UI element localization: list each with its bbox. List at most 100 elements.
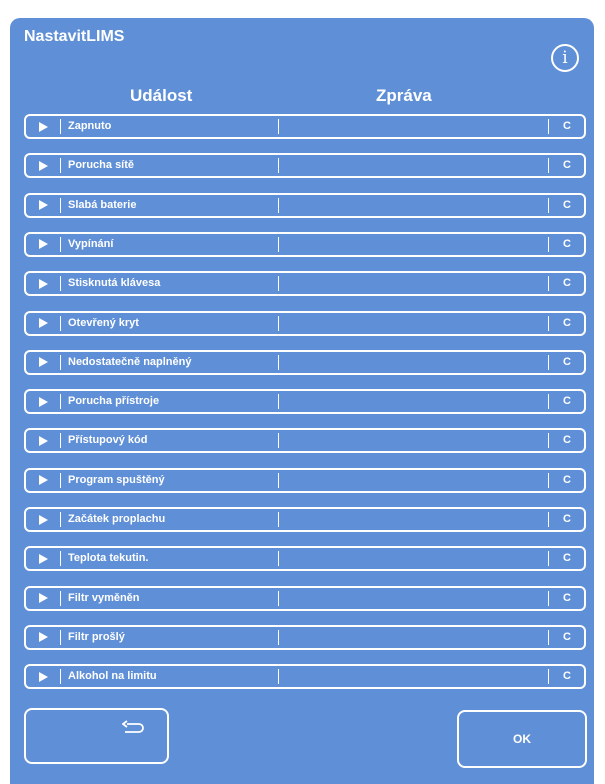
clear-button[interactable]: C xyxy=(550,470,584,491)
divider xyxy=(278,315,279,331)
divider xyxy=(548,276,549,292)
message-field[interactable] xyxy=(280,313,548,334)
event-row[interactable]: Stisknutá klávesa C xyxy=(24,271,586,297)
play-icon[interactable] xyxy=(26,627,60,648)
divider xyxy=(548,236,549,252)
event-row[interactable]: Alkohol na limitu C xyxy=(24,664,586,690)
clear-button[interactable]: C xyxy=(550,627,584,648)
clear-button[interactable]: C xyxy=(550,430,584,451)
clear-button[interactable]: C xyxy=(550,273,584,294)
event-label: Nedostatečně naplněný xyxy=(68,355,192,368)
divider xyxy=(278,197,279,213)
event-label: Filtr vyměněn xyxy=(68,591,140,604)
message-field[interactable] xyxy=(280,116,548,137)
back-button[interactable] xyxy=(24,708,169,764)
event-row[interactable]: Otevřený kryt C xyxy=(24,310,586,336)
event-label: Začátek proplachu xyxy=(68,513,166,525)
info-icon[interactable]: i xyxy=(551,44,579,72)
event-label: Stisknutá klávesa xyxy=(68,277,161,290)
divider xyxy=(548,590,549,606)
message-field[interactable] xyxy=(280,391,548,412)
message-field[interactable] xyxy=(280,234,548,255)
clear-button[interactable]: C xyxy=(550,509,584,530)
event-label: Porucha přístroje xyxy=(68,395,160,408)
divider xyxy=(548,158,549,174)
divider xyxy=(548,472,549,488)
play-icon[interactable] xyxy=(26,548,60,569)
divider xyxy=(278,276,279,292)
play-icon[interactable] xyxy=(26,116,60,137)
message-field[interactable] xyxy=(280,509,548,530)
message-field[interactable] xyxy=(280,352,548,373)
play-icon[interactable] xyxy=(26,666,60,687)
message-field[interactable] xyxy=(280,470,548,491)
event-row[interactable]: Nedostatečně naplněný C xyxy=(24,349,586,375)
play-icon[interactable] xyxy=(26,195,60,216)
divider xyxy=(548,433,549,449)
clear-button[interactable]: C xyxy=(550,234,584,255)
play-icon[interactable] xyxy=(26,509,60,530)
event-label: Program spuštěný xyxy=(68,473,165,486)
divider xyxy=(60,236,61,252)
divider xyxy=(278,433,279,449)
event-row[interactable]: Začátek proplachu C xyxy=(24,507,586,532)
message-field[interactable] xyxy=(280,548,548,569)
play-icon[interactable] xyxy=(26,588,60,609)
clear-button[interactable]: C xyxy=(550,391,584,412)
event-row[interactable]: Filtr vyměněn C xyxy=(24,585,586,611)
clear-button[interactable]: C xyxy=(550,548,584,569)
divider xyxy=(60,394,61,410)
message-field[interactable] xyxy=(280,588,548,609)
clear-button[interactable]: C xyxy=(550,588,584,609)
event-row[interactable]: Program spuštěný C xyxy=(24,467,586,493)
message-field[interactable] xyxy=(280,273,548,294)
play-icon[interactable] xyxy=(26,470,60,491)
clear-button[interactable]: C xyxy=(550,313,584,334)
ok-button-label: OK xyxy=(513,732,531,746)
divider xyxy=(60,512,61,527)
divider xyxy=(60,119,61,134)
message-field[interactable] xyxy=(280,430,548,451)
event-row[interactable]: Zapnuto C xyxy=(24,114,586,139)
play-icon[interactable] xyxy=(26,352,60,373)
play-icon[interactable] xyxy=(26,155,60,176)
clear-button[interactable]: C xyxy=(550,352,584,373)
message-field[interactable] xyxy=(280,666,548,687)
divider xyxy=(60,669,61,685)
divider xyxy=(278,158,279,174)
divider xyxy=(278,629,279,645)
event-row[interactable]: Teplota tekutin. C xyxy=(24,546,586,572)
divider xyxy=(548,551,549,567)
divider xyxy=(278,551,279,567)
divider xyxy=(278,394,279,410)
event-row[interactable]: Slabá baterie C xyxy=(24,192,586,218)
event-row[interactable]: Přístupový kód C xyxy=(24,428,586,454)
event-label: Přístupový kód xyxy=(68,434,148,447)
divider xyxy=(278,354,279,370)
message-field[interactable] xyxy=(280,155,548,176)
divider xyxy=(60,433,61,449)
play-icon[interactable] xyxy=(26,313,60,334)
divider xyxy=(60,315,61,331)
message-field[interactable] xyxy=(280,195,548,216)
divider xyxy=(548,669,549,685)
clear-button[interactable]: C xyxy=(550,116,584,137)
event-label: Teplota tekutin. xyxy=(68,552,149,565)
play-icon[interactable] xyxy=(26,430,60,451)
clear-button[interactable]: C xyxy=(550,195,584,216)
clear-button[interactable]: C xyxy=(550,155,584,176)
event-row[interactable]: Filtr prošlý C xyxy=(24,624,586,650)
clear-button[interactable]: C xyxy=(550,666,584,687)
event-row[interactable]: Porucha sítě C xyxy=(24,153,586,179)
play-icon[interactable] xyxy=(26,273,60,294)
play-icon[interactable] xyxy=(26,391,60,412)
divider xyxy=(278,472,279,488)
ok-button[interactable]: OK xyxy=(457,710,587,768)
message-field[interactable] xyxy=(280,627,548,648)
event-row[interactable]: Vypínání C xyxy=(24,231,586,257)
play-icon[interactable] xyxy=(26,234,60,255)
divider xyxy=(60,551,61,567)
divider xyxy=(278,512,279,527)
event-label: Alkohol na limitu xyxy=(68,670,157,683)
event-row[interactable]: Porucha přístroje C xyxy=(24,389,586,415)
